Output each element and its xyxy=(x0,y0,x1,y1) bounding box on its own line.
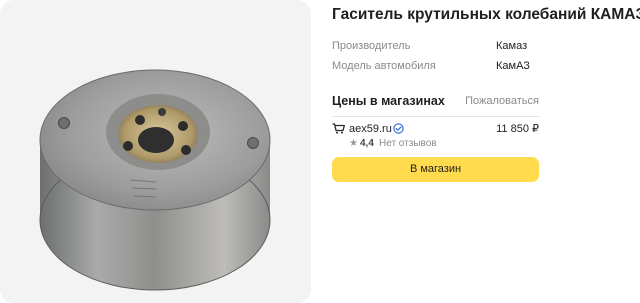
shop-offer[interactable]: aex59.ru 11 850 ₽ ★ 4,4 Нет отзывов xyxy=(332,120,539,152)
prices-header: Цены в магазинах Пожаловаться xyxy=(332,93,539,111)
reviews-count[interactable]: Нет отзывов xyxy=(379,138,437,150)
go-to-shop-button[interactable]: В магазин xyxy=(332,157,539,182)
complain-link[interactable]: Пожаловаться xyxy=(465,94,539,108)
spec-label: Модель автомобиля xyxy=(332,60,436,72)
rating-value: 4,4 xyxy=(360,138,374,149)
spec-label: Производитель xyxy=(332,40,411,52)
divider xyxy=(332,116,539,117)
spec-manufacturer: Производитель Камаз xyxy=(332,38,542,54)
product-title: Гаситель крутильных колебаний КАМАЗ xyxy=(332,6,640,23)
shop-name[interactable]: aex59.ru xyxy=(349,123,392,136)
spec-value: Камаз xyxy=(496,40,528,52)
spec-car-model: Модель автомобиля КамАЗ xyxy=(332,58,542,74)
spec-value: КамАЗ xyxy=(496,60,530,72)
prices-title: Цены в магазинах xyxy=(332,94,445,108)
price: 11 850 ₽ xyxy=(496,123,539,135)
star-icon: ★ xyxy=(349,138,358,149)
cart-icon xyxy=(332,123,345,134)
product-card: Гаситель крутильных колебаний КАМАЗ Прои… xyxy=(0,0,640,303)
verified-icon xyxy=(393,123,404,134)
product-photo xyxy=(39,69,271,291)
product-image-gallery[interactable] xyxy=(0,0,311,303)
